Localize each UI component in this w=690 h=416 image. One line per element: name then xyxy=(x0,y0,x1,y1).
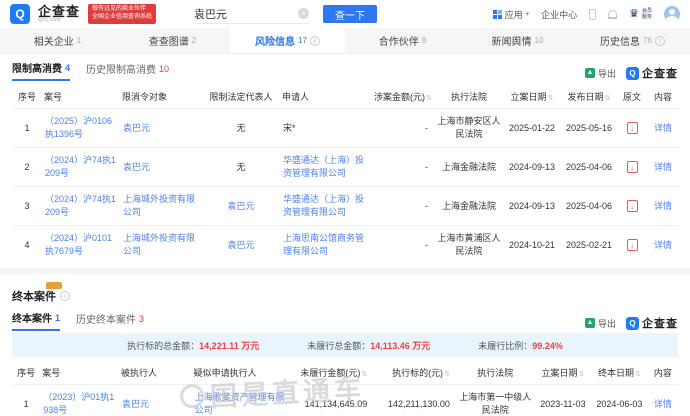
chevron-down-icon: ▾ xyxy=(526,10,530,18)
qcc-logo[interactable]: 企查查 Qcc.com xyxy=(38,5,80,23)
detail-link[interactable]: 详情 xyxy=(654,162,672,172)
search-input[interactable] xyxy=(194,8,284,20)
sort-icon: ⇅ xyxy=(444,371,450,378)
tab-risk-info[interactable]: 风险信息17 xyxy=(230,28,345,53)
table-header-row: 序号 案号 被执行人 疑似申请执行人 未履行金额(元)⇅ 执行标的(元)⇅ 执行… xyxy=(12,361,678,385)
enterprise-center-link[interactable]: 企业中心 xyxy=(541,8,577,21)
case-number-link[interactable]: （2023）沪01执1938号 xyxy=(43,392,114,415)
table-row: 1 （2023）沪01执1938号 袁巴元 上海歌斐资产管理有限公司 141,1… xyxy=(12,385,678,416)
sort-icon: ⇅ xyxy=(578,371,584,378)
case-number-link[interactable]: （2024）沪74执1209号 xyxy=(45,155,116,178)
case-number-link[interactable]: （2025）沪0106执1396号 xyxy=(45,116,112,139)
legal-rep-link[interactable]: 袁巴元 xyxy=(227,201,254,211)
pdf-document-icon[interactable]: ↓ xyxy=(627,161,638,173)
export-button[interactable]: ▲ 导出 xyxy=(585,67,616,80)
unfulfilled-ratio: 99.24% xyxy=(532,341,563,351)
top-bar: Q 企查查 Qcc.com 做有远见的商业伙伴 全国企业信用查询系统 × 查一下… xyxy=(0,0,690,28)
sortable-header[interactable]: 立案日期⇅ xyxy=(535,361,592,385)
search-button[interactable]: 查一下 xyxy=(323,5,377,23)
tab-partners[interactable]: 合作伙伴8 xyxy=(345,28,460,53)
subtab-history-terminated-cases[interactable]: 历史终本案件3 xyxy=(76,310,144,331)
excel-export-icon: ▲ xyxy=(585,68,595,78)
detail-link[interactable]: 详情 xyxy=(654,201,672,211)
executee-link[interactable]: 袁巴元 xyxy=(122,399,149,409)
restricted-person-link[interactable]: 袁巴元 xyxy=(123,123,150,133)
qcc-logo-icon: Q xyxy=(626,67,639,80)
subtab-terminated-cases[interactable]: 终本案件1 xyxy=(12,310,60,331)
mobile-app-icon[interactable] xyxy=(589,9,596,20)
legal-rep-link[interactable]: 袁巴元 xyxy=(227,240,254,250)
section-title: 终本案件 xyxy=(12,288,56,304)
qcc-logo-icon[interactable]: Q xyxy=(10,4,30,24)
pdf-document-icon[interactable]: ↓ xyxy=(627,239,638,251)
pdf-document-icon[interactable]: ↓ xyxy=(627,200,638,212)
table-row: 3 （2024）沪74执1209号 上海城外投资有限公司 袁巴元 华盛通达（上海… xyxy=(12,187,680,226)
sortable-header[interactable]: 执行标的(元)⇅ xyxy=(373,361,456,385)
consumption-restriction-section: 限制高消费4 历史限制高消费10 ▲ 导出 Q 企查查 xyxy=(0,54,690,268)
apps-menu[interactable]: 应用 ▾ xyxy=(493,8,530,21)
applicant-link[interactable]: 华盛通达（上海）投资管理有限公司 xyxy=(283,155,364,178)
case-number-link[interactable]: （2024）沪0101执7679号 xyxy=(45,233,112,256)
case-number-link[interactable]: （2024）沪74执1209号 xyxy=(45,194,116,217)
restricted-company-link[interactable]: 上海城外投资有限公司 xyxy=(123,194,195,217)
info-icon[interactable] xyxy=(310,36,320,46)
slogan-badge: 做有远见的商业伙伴 全国企业信用查询系统 xyxy=(88,4,156,24)
user-avatar[interactable] xyxy=(664,6,680,22)
sortable-header[interactable]: 未履行金额(元)⇅ xyxy=(288,361,373,385)
table-row: 1 （2025）沪0106执1396号 袁巴元 无 宋* - 上海市静安区人民法… xyxy=(12,109,680,148)
main-tab-bar: 相关企业1 查查图谱2 风险信息17 合作伙伴8 新闻舆情10 历史信息76 xyxy=(0,28,690,54)
total-target-amount: 14,221.11 万元 xyxy=(199,341,259,351)
pdf-document-icon[interactable]: ↓ xyxy=(627,122,638,134)
terminated-case-table: 序号 案号 被执行人 疑似申请执行人 未履行金额(元)⇅ 执行标的(元)⇅ 执行… xyxy=(12,361,678,416)
sortable-header[interactable]: 立案日期⇅ xyxy=(504,85,560,109)
sort-icon: ⇅ xyxy=(361,371,367,378)
terminated-case-section: 终本案件 终本案件1 历史终本案件3 ▲ 导出 Q 企查查 xyxy=(0,274,690,416)
clear-search-icon[interactable]: × xyxy=(298,8,309,19)
detail-link[interactable]: 详情 xyxy=(654,240,672,250)
export-button[interactable]: ▲ 导出 xyxy=(585,317,616,330)
qcc-logo-icon: Q xyxy=(626,317,639,330)
info-icon[interactable] xyxy=(60,291,70,301)
applicant-link[interactable]: 上海歌斐资产管理有限公司 xyxy=(195,392,285,415)
sort-icon: ⇅ xyxy=(426,95,432,102)
unfulfilled-amount: 14,113.46 万元 xyxy=(370,341,430,351)
excel-export-icon: ▲ xyxy=(585,318,595,328)
consumption-restriction-table: 序号 案号 限消令对象 限制法定代表人 申请人 涉案金额(元)⇅ 执行法院 立案… xyxy=(12,85,680,264)
execution-summary-bar: 执行标的总金额：14,221.11 万元 未履行总金额：14,113.46 万元… xyxy=(12,333,678,357)
sort-icon: ⇅ xyxy=(605,95,611,102)
table-header-row: 序号 案号 限消令对象 限制法定代表人 申请人 涉案金额(元)⇅ 执行法院 立案… xyxy=(12,85,680,109)
tab-related-companies[interactable]: 相关企业1 xyxy=(0,28,115,53)
table-row: 2 （2024）沪74执1209号 袁巴元 无 华盛通达（上海）投资管理有限公司… xyxy=(12,148,680,187)
crown-icon: ♛ xyxy=(629,9,639,20)
detail-link[interactable]: 详情 xyxy=(654,399,672,409)
qcc-watermark-logo: Q 企查查 xyxy=(626,315,678,331)
restricted-company-link[interactable]: 上海城外投资有限公司 xyxy=(123,233,195,256)
search-box: × xyxy=(194,4,309,24)
new-badge xyxy=(46,282,62,289)
sortable-header[interactable]: 涉案金额(元)⇅ xyxy=(372,85,434,109)
subtab-consumption-restriction[interactable]: 限制高消费4 xyxy=(12,60,70,81)
vip-member-link[interactable]: ♛ 会员 服务 xyxy=(629,8,652,20)
sort-icon: ⇅ xyxy=(548,95,554,102)
subtab-history-consumption-restriction[interactable]: 历史限制高消费10 xyxy=(86,60,169,81)
qcc-risk-page: Q 企查查 Qcc.com 做有远见的商业伙伴 全国企业信用查询系统 × 查一下… xyxy=(0,0,690,416)
restricted-person-link[interactable]: 袁巴元 xyxy=(123,162,150,172)
notification-bell-icon[interactable] xyxy=(608,10,617,19)
sortable-header[interactable]: 发布日期⇅ xyxy=(560,85,618,109)
qcc-watermark-logo: Q 企查查 xyxy=(626,65,678,81)
tab-qcc-graph[interactable]: 查查图谱2 xyxy=(115,28,230,53)
info-icon[interactable] xyxy=(655,36,665,46)
table-row: 4 （2024）沪0101执7679号 上海城外投资有限公司 袁巴元 上海思南公… xyxy=(12,226,680,265)
applicant-link[interactable]: 上海思南公馆商务管理有限公司 xyxy=(283,233,364,256)
applicant-link[interactable]: 华盛通达（上海）投资管理有限公司 xyxy=(283,194,364,217)
tab-history-info[interactable]: 历史信息76 xyxy=(575,28,690,53)
apps-grid-icon xyxy=(493,10,502,19)
detail-link[interactable]: 详情 xyxy=(654,123,672,133)
sort-icon: ⇅ xyxy=(635,371,641,378)
sortable-header[interactable]: 终本日期⇅ xyxy=(591,361,648,385)
tab-news[interactable]: 新闻舆情10 xyxy=(460,28,575,53)
